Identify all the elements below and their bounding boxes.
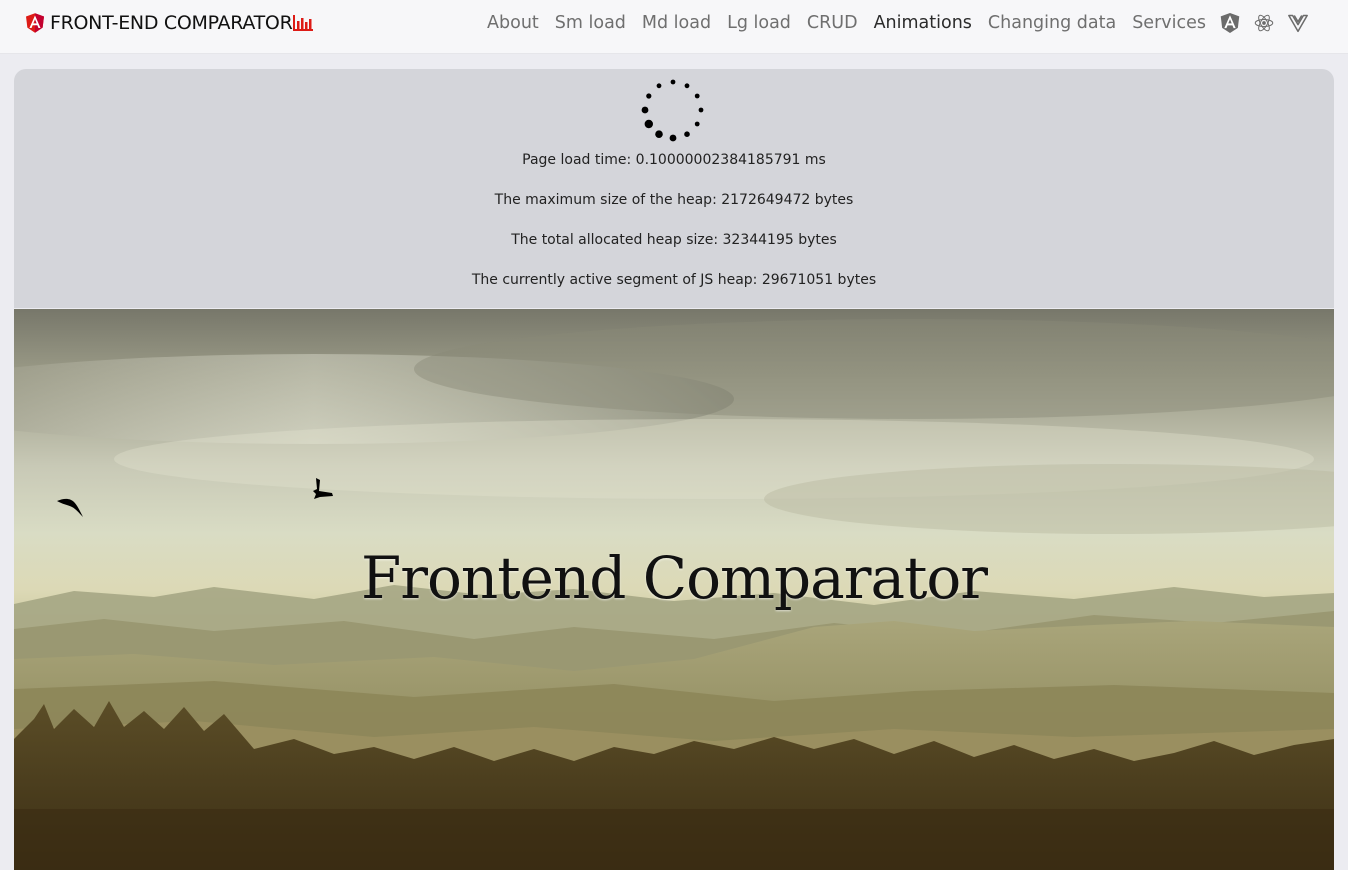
- nav-lg-load[interactable]: Lg load: [727, 13, 791, 33]
- heap-total-size: The total allocated heap size: 32344195 …: [511, 232, 837, 248]
- loading-spinner-icon: [641, 79, 704, 142]
- vue-icon[interactable]: [1288, 13, 1308, 33]
- bar-chart-icon: [293, 15, 314, 31]
- nav-links: About Sm load Md load Lg load CRUD Anima…: [471, 8, 1308, 38]
- bird-icon: [57, 498, 83, 517]
- hero-title: Frontend Comparator: [360, 544, 988, 612]
- heap-active-size: The currently active segment of JS heap:…: [471, 272, 877, 288]
- react-icon[interactable]: [1254, 13, 1274, 33]
- nav-crud[interactable]: CRUD: [807, 13, 858, 33]
- brand-title: FRONT-END COMPARATOR: [50, 12, 293, 34]
- nav-sm-load[interactable]: Sm load: [555, 13, 626, 33]
- brand-link[interactable]: FRONT-END COMPARATOR: [26, 10, 314, 36]
- nav-about[interactable]: About: [487, 13, 539, 33]
- angular-icon[interactable]: [1220, 13, 1240, 33]
- performance-stats-panel: Page load time: 0.10000002384185791 ms T…: [14, 69, 1334, 308]
- heap-max-size: The maximum size of the heap: 2172649472…: [494, 192, 854, 208]
- hero-banner: Frontend Comparator: [14, 309, 1334, 870]
- nav-animations[interactable]: Animations: [874, 13, 972, 33]
- nav-md-load[interactable]: Md load: [642, 13, 711, 33]
- nav-services[interactable]: Services: [1132, 13, 1206, 33]
- navbar: FRONT-END COMPARATOR About Sm load Md lo…: [0, 0, 1348, 54]
- page-load-time: Page load time: 0.10000002384185791 ms: [522, 152, 826, 168]
- bird-icon: [313, 478, 333, 499]
- nav-changing-data[interactable]: Changing data: [988, 13, 1116, 33]
- angular-logo-icon: [26, 13, 44, 33]
